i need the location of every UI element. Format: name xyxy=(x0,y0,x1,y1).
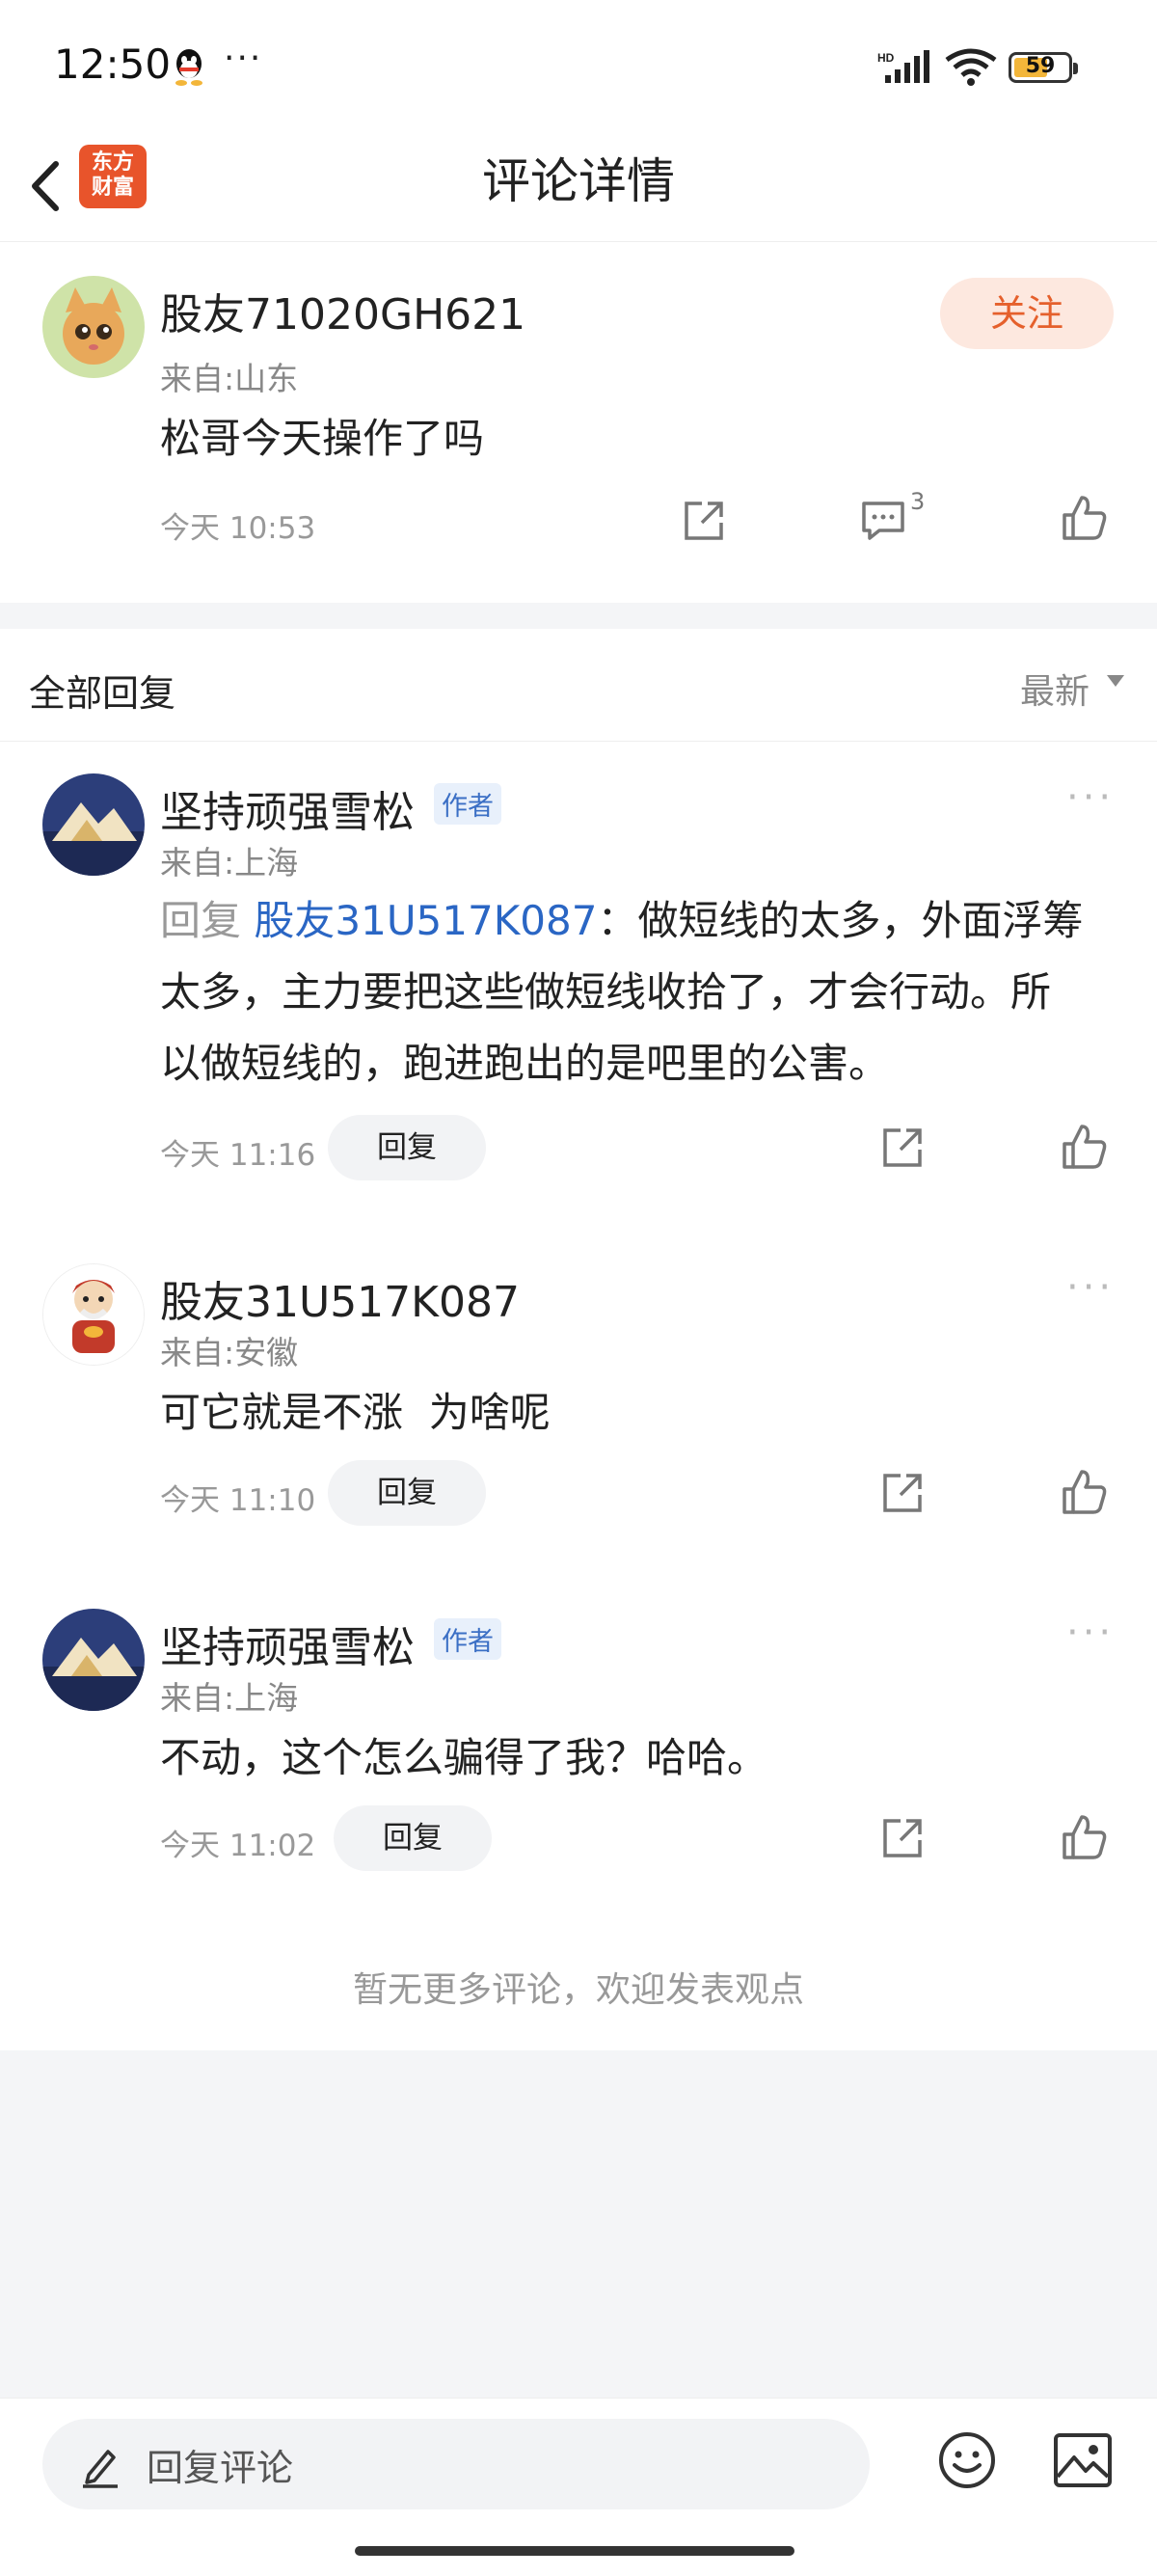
status-time: 12:50 xyxy=(54,41,172,88)
battery-icon: 59 xyxy=(1009,52,1078,83)
share-icon[interactable] xyxy=(879,1815,926,1865)
no-more-comments-note: 暂无更多评论，欢迎发表观点 xyxy=(352,1970,804,2010)
avatar[interactable] xyxy=(42,1263,145,1366)
avatar[interactable] xyxy=(42,276,145,378)
reply-username[interactable]: 坚持顽强雪松 xyxy=(160,1613,415,1674)
reply-username[interactable]: 坚持顽强雪松 xyxy=(160,777,415,839)
home-indicator[interactable] xyxy=(355,2546,794,2556)
signal-icon: HD xyxy=(877,50,933,89)
comment-icon[interactable] xyxy=(860,498,906,548)
pencil-icon xyxy=(79,2442,121,2492)
more-icon[interactable]: ··· xyxy=(1066,1611,1115,1655)
reply-username[interactable]: 股友31U517K087 xyxy=(160,1267,520,1329)
post-location: 来自:山东 xyxy=(160,360,299,397)
share-icon[interactable] xyxy=(879,1470,926,1520)
reply-text-2: 太多，主力要把这些做短线收拾了，才会行动。所 xyxy=(160,968,1052,1016)
reply-time: 今天 11:16 xyxy=(160,1138,316,1173)
reply-location: 来自:安徽 xyxy=(160,1334,299,1371)
reply-content: 不动，这个怎么骗得了我？哈哈。 xyxy=(160,1734,768,1781)
like-icon[interactable] xyxy=(1061,494,1109,546)
reply-content: 可它就是不涨 为啥呢 xyxy=(160,1389,551,1436)
section-title: 全部回复 xyxy=(29,672,176,715)
reply-text-1: ：做短线的太多，外面浮筹 xyxy=(597,897,1084,944)
reply-time: 今天 11:02 xyxy=(160,1829,316,1863)
sort-dropdown[interactable]: 最新 xyxy=(1020,664,1090,714)
image-icon[interactable] xyxy=(1053,2432,1113,2492)
author-badge: 作者 xyxy=(434,783,501,825)
reply-button[interactable]: 回复 xyxy=(334,1805,492,1871)
like-icon[interactable] xyxy=(1061,1813,1109,1865)
reply-time: 今天 11:10 xyxy=(160,1483,316,1518)
wifi-icon xyxy=(945,48,997,91)
reply-input-placeholder[interactable]: 回复评论 xyxy=(147,2438,293,2491)
more-icon[interactable]: ··· xyxy=(1066,1265,1115,1310)
comment-count: 3 xyxy=(910,488,926,515)
reply-text-3: 以做短线的，跑进跑出的是吧里的公害。 xyxy=(160,1040,890,1087)
svg-text:HD: HD xyxy=(877,51,895,65)
reply-location: 来自:上海 xyxy=(160,1679,299,1717)
avatar[interactable] xyxy=(42,773,145,876)
more-icon[interactable]: ··· xyxy=(1066,775,1115,820)
mention-link[interactable]: 股友31U517K087 xyxy=(254,897,597,944)
reply-button[interactable]: 回复 xyxy=(328,1460,486,1526)
reply-location: 来自:上海 xyxy=(160,844,299,881)
avatar[interactable] xyxy=(42,1609,145,1711)
caret-down-icon[interactable] xyxy=(1107,675,1124,687)
post-content: 松哥今天操作了吗 xyxy=(160,415,485,462)
post-time: 今天 10:53 xyxy=(160,511,316,546)
author-badge: 作者 xyxy=(434,1618,501,1660)
like-icon[interactable] xyxy=(1061,1468,1109,1520)
more-notifications-icon: ··· xyxy=(224,39,263,78)
emoji-icon[interactable] xyxy=(937,2430,997,2494)
share-icon[interactable] xyxy=(879,1125,926,1175)
qq-icon xyxy=(172,48,206,87)
page-title: 评论详情 xyxy=(482,153,675,209)
reply-content: 回复 股友31U517K087：做短线的太多，外面浮筹 xyxy=(160,885,1083,957)
post-username[interactable]: 股友71020GH621 xyxy=(160,280,525,341)
follow-button[interactable]: 关注 xyxy=(940,278,1114,349)
reply-button[interactable]: 回复 xyxy=(328,1115,486,1180)
share-icon[interactable] xyxy=(681,498,727,548)
battery-level: 59 xyxy=(1025,54,1056,78)
like-icon[interactable] xyxy=(1061,1123,1109,1175)
reply-prefix: 回复 xyxy=(160,897,242,944)
